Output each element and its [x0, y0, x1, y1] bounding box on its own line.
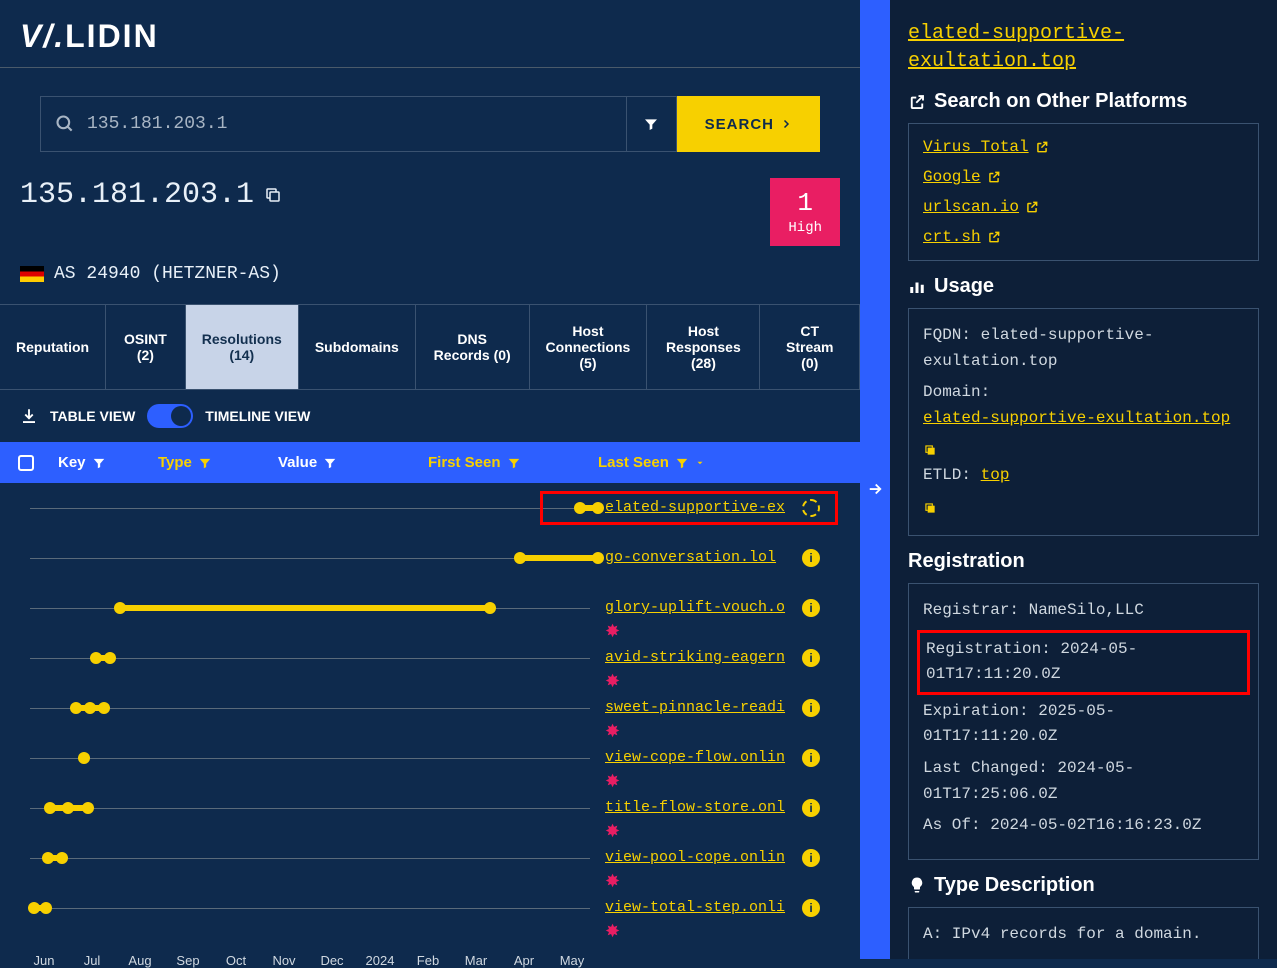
copy-icon[interactable] — [264, 186, 282, 204]
tab[interactable]: Host Responses (28) — [647, 305, 760, 389]
view-toggle[interactable] — [147, 404, 193, 428]
info-icon[interactable]: i — [802, 849, 820, 867]
search-button[interactable]: SEARCH — [677, 96, 820, 152]
info-icon[interactable]: i — [802, 649, 820, 667]
timeline-x-axis: JunJulAugSepOctNovDec2024FebMarAprMay — [0, 953, 860, 968]
timeline-domain-link[interactable]: go-conversation.lol — [605, 549, 776, 566]
col-value[interactable]: Value — [278, 454, 428, 471]
malware-icon: ✸ — [605, 871, 620, 892]
malware-icon: ✸ — [605, 671, 620, 692]
severity-badge: 1 High — [770, 178, 840, 246]
bar-chart-icon — [908, 278, 926, 296]
col-first-seen[interactable]: First Seen — [428, 454, 598, 471]
col-type[interactable]: Type — [158, 454, 278, 471]
type-description: A: IPv4 records for a domain. — [923, 922, 1244, 948]
bulb-icon — [908, 876, 926, 894]
timeline-row: title-flow-store.onl i ✸ — [20, 795, 840, 845]
tab[interactable]: DNS Records (0) — [416, 305, 530, 389]
malware-icon: ✸ — [605, 621, 620, 642]
tab[interactable]: Subdomains — [299, 305, 416, 389]
timeline-domain-link[interactable]: view-total-step.onli — [605, 899, 785, 916]
timeline-domain-link[interactable]: view-cope-flow.onlin — [605, 749, 785, 766]
flag-de-icon — [20, 266, 44, 282]
platform-link[interactable]: Google — [923, 168, 1244, 186]
reg-as-of: As Of: 2024-05-02T16:16:23.0Z — [923, 813, 1244, 839]
malware-icon: ✸ — [605, 821, 620, 842]
section-type-description: Type Description — [908, 874, 1259, 897]
reg-registrar: Registrar: NameSilo,LLC — [923, 598, 1244, 624]
timeline-row: avid-striking-eagern i ✸ — [20, 645, 840, 695]
platform-link[interactable]: Virus Total — [923, 138, 1244, 156]
timeline-row: go-conversation.lol i — [20, 545, 840, 595]
arrow-right-icon[interactable] — [866, 480, 884, 498]
reg-last-changed: Last Changed: 2024-05-01T17:25:06.0Z — [923, 756, 1244, 807]
timeline-row: elated-supportive-ex — [20, 495, 840, 545]
reg-registration: Registration: 2024-05-01T17:11:20.0Z — [917, 630, 1250, 695]
reg-expiration: Expiration: 2025-05-01T17:11:20.0Z — [923, 699, 1244, 750]
timeline-domain-link[interactable]: elated-supportive-ex — [605, 499, 785, 516]
usage-domain: Domain: elated-supportive-exultation.top — [923, 380, 1244, 457]
section-search-platforms: Search on Other Platforms — [908, 90, 1259, 113]
timeline-row: glory-uplift-vouch.o i ✸ — [20, 595, 840, 645]
download-icon[interactable] — [20, 407, 38, 425]
copy-icon[interactable] — [923, 501, 1244, 515]
external-link-icon — [908, 93, 926, 111]
col-last-seen[interactable]: Last Seen — [598, 454, 842, 471]
info-icon[interactable]: i — [802, 549, 820, 567]
info-icon[interactable]: i — [802, 749, 820, 767]
col-key[interactable]: Key — [58, 454, 158, 471]
info-icon[interactable]: i — [802, 799, 820, 817]
platform-link[interactable]: crt.sh — [923, 228, 1244, 246]
logo: V/.LIDIN — [0, 0, 860, 68]
section-usage: Usage — [908, 275, 1259, 298]
platform-link[interactable]: urlscan.io — [923, 198, 1244, 216]
tab[interactable]: OSINT (2) — [106, 305, 186, 389]
usage-fqdn: FQDN: elated-supportive-exultation.top — [923, 323, 1244, 374]
timeline-row: view-cope-flow.onlin i ✸ — [20, 745, 840, 795]
table-view-label[interactable]: TABLE VIEW — [50, 408, 135, 424]
timeline-row: view-pool-cope.onlin i ✸ — [20, 845, 840, 895]
malware-icon: ✸ — [605, 721, 620, 742]
timeline-view-label[interactable]: TIMELINE VIEW — [205, 408, 310, 424]
info-icon[interactable]: i — [802, 899, 820, 917]
ip-title: 135.181.203.1 — [20, 178, 282, 212]
search-icon — [55, 114, 75, 134]
tabs: ReputationOSINT (2)Resolutions (14)Subdo… — [0, 304, 860, 390]
usage-etld-link[interactable]: top — [981, 463, 1010, 489]
info-icon[interactable]: i — [802, 699, 820, 717]
malware-icon: ✸ — [605, 921, 620, 942]
usage-etld: ETLD: top — [923, 463, 1244, 515]
section-registration: Registration — [908, 550, 1259, 573]
columns-header: Key Type Value First Seen Last Seen — [0, 442, 860, 483]
timeline-row: view-total-step.onli i ✸ — [20, 895, 840, 945]
as-line: AS 24940 (HETZNER-AS) — [0, 264, 860, 284]
info-icon[interactable]: i — [802, 599, 820, 617]
search-input[interactable] — [87, 114, 612, 134]
timeline-domain-link[interactable]: avid-striking-eagern — [605, 649, 785, 666]
usage-domain-link[interactable]: elated-supportive-exultation.top — [923, 406, 1230, 432]
timeline-domain-link[interactable]: glory-uplift-vouch.o — [605, 599, 785, 616]
timeline-domain-link[interactable]: view-pool-cope.onlin — [605, 849, 785, 866]
side-title-link[interactable]: elated-supportive-exultation.top — [908, 20, 1259, 76]
select-all-checkbox[interactable] — [18, 455, 34, 471]
search-input-wrap — [40, 96, 627, 152]
copy-icon[interactable] — [923, 443, 1244, 457]
info-icon[interactable] — [802, 499, 820, 517]
filter-dropdown-button[interactable] — [627, 96, 677, 152]
tab[interactable]: Reputation — [0, 305, 106, 389]
timeline-domain-link[interactable]: sweet-pinnacle-readi — [605, 699, 785, 716]
tab[interactable]: CT Stream (0) — [760, 305, 860, 389]
malware-icon: ✸ — [605, 771, 620, 792]
accent-strip — [860, 0, 890, 959]
timeline-domain-link[interactable]: title-flow-store.onl — [605, 799, 785, 816]
timeline-row: sweet-pinnacle-readi i ✸ — [20, 695, 840, 745]
tab[interactable]: Host Connections (5) — [530, 305, 648, 389]
tab[interactable]: Resolutions (14) — [186, 305, 299, 389]
